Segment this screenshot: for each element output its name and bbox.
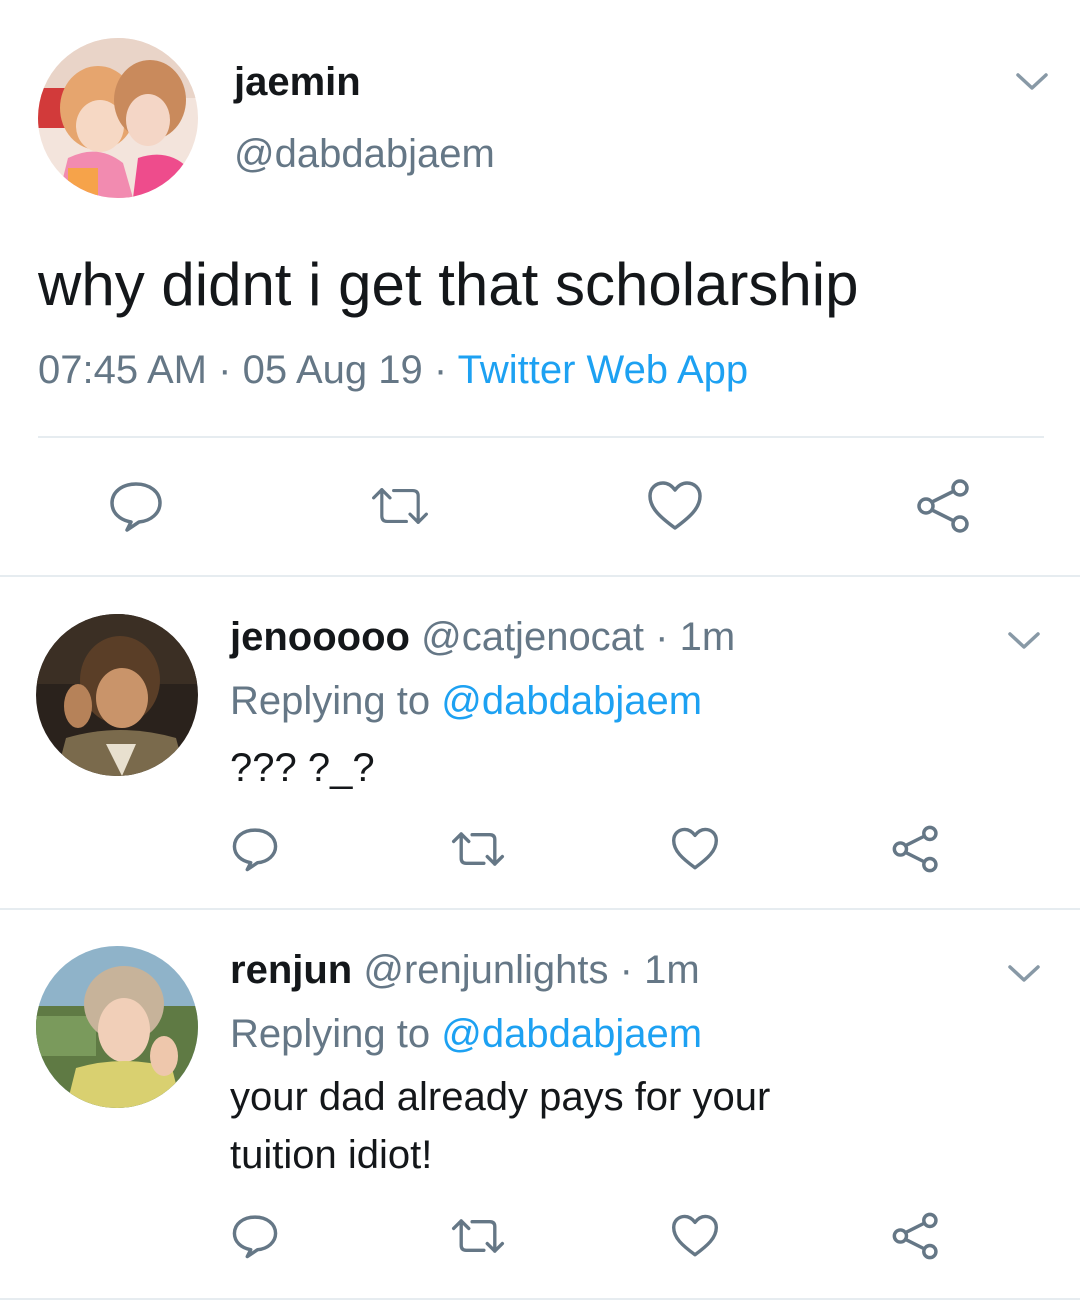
retweet-button[interactable] (370, 476, 430, 536)
tweet-date: 05 Aug 19 (242, 348, 423, 392)
avatar[interactable] (36, 614, 198, 776)
reply-author-name[interactable]: renjun (230, 948, 352, 992)
avatar-photo (36, 946, 198, 1108)
reply-time: 1m (644, 948, 700, 992)
reply-button[interactable] (225, 819, 285, 879)
avatar-photo (36, 614, 198, 776)
replying-to-link[interactable]: @dabdabjaem (441, 1012, 702, 1056)
author-name[interactable]: jaemin (234, 60, 361, 105)
retweet-button[interactable] (448, 1206, 508, 1266)
share-button[interactable] (914, 476, 974, 536)
avatar[interactable] (36, 946, 198, 1108)
reply-tweet: renjun @renjunlights · 1m Replying to @d… (0, 910, 1080, 1300)
avatar[interactable] (38, 38, 198, 198)
replying-to-link[interactable]: @dabdabjaem (441, 679, 702, 723)
speech-bubble-icon (232, 828, 278, 872)
meta-separator: · (218, 348, 232, 392)
reply-header: renjun @renjunlights · 1m (230, 948, 700, 993)
retweet-button[interactable] (448, 819, 508, 879)
replying-to-label: Replying to (230, 679, 431, 723)
share-icon (892, 1212, 938, 1260)
meta-separator: · (433, 348, 448, 392)
reply-button[interactable] (225, 1206, 285, 1266)
like-button[interactable] (645, 476, 705, 536)
tweet-meta: 07:45 AM · 05 Aug 19 · Twitter Web App (38, 348, 748, 393)
share-button[interactable] (886, 1206, 946, 1266)
chevron-down-icon[interactable] (1006, 629, 1042, 653)
reply-text: your dad already pays for your tuition i… (230, 1068, 870, 1184)
divider (38, 436, 1044, 438)
tweet-source-link[interactable]: Twitter Web App (458, 348, 749, 392)
replying-to: Replying to @dabdabjaem (230, 1012, 702, 1057)
author-handle[interactable]: @dabdabjaem (234, 132, 495, 177)
reply-text-line: your dad already pays for your (230, 1075, 771, 1119)
share-icon (917, 479, 969, 533)
retweet-icon (451, 1219, 505, 1253)
chevron-down-icon[interactable] (1014, 70, 1050, 94)
reply-tweet: jenooooo @catjenocat · 1m Replying to @d… (0, 577, 1080, 910)
main-tweet: jaemin @dabdabjaem why didnt i get that … (0, 0, 1080, 577)
reply-text: ??? ?_? (230, 746, 375, 790)
reply-author-handle[interactable]: @renjunlights (363, 948, 608, 992)
tweet-time: 07:45 AM (38, 348, 208, 392)
like-button[interactable] (665, 1206, 725, 1266)
speech-bubble-icon (110, 482, 162, 532)
meta-separator: · (619, 948, 633, 992)
replying-to: Replying to @dabdabjaem (230, 679, 702, 724)
avatar-photo (38, 38, 198, 198)
chevron-down-icon[interactable] (1006, 962, 1042, 986)
replying-to-label: Replying to (230, 1012, 431, 1056)
share-icon (892, 825, 938, 873)
reply-author-handle[interactable]: @catjenocat (421, 615, 644, 659)
share-button[interactable] (886, 819, 946, 879)
reply-author-name[interactable]: jenooooo (230, 615, 410, 659)
heart-icon (648, 481, 702, 530)
meta-separator: · (655, 615, 669, 659)
tweet-text: why didnt i get that scholarship (38, 251, 859, 318)
retweet-icon (372, 488, 428, 524)
reply-time: 1m (679, 615, 736, 659)
speech-bubble-icon (232, 1215, 278, 1259)
retweet-icon (451, 832, 505, 866)
heart-icon (672, 827, 718, 870)
heart-icon (672, 1214, 718, 1257)
reply-button[interactable] (106, 476, 166, 536)
reply-header: jenooooo @catjenocat · 1m (230, 615, 735, 660)
reply-text-line: tuition idiot! (230, 1133, 433, 1177)
like-button[interactable] (665, 819, 725, 879)
